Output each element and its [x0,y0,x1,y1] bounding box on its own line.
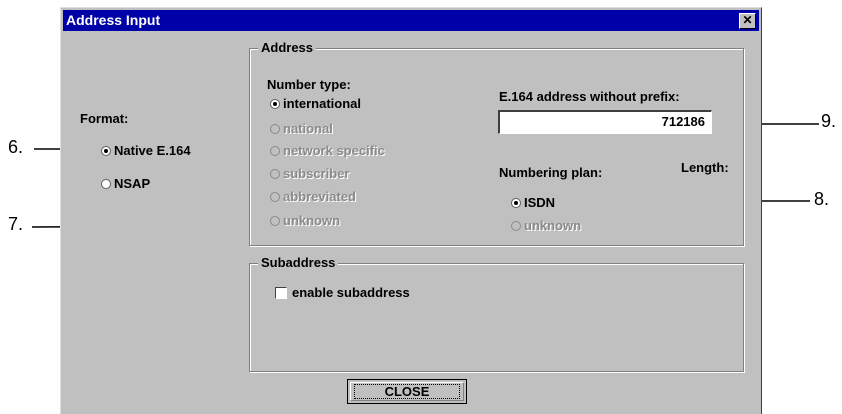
callout-8: 8. [814,189,830,209]
e164-address-label: E.164 address without prefix: [499,89,680,104]
radio-indicator [101,145,111,156]
radio-indicator [270,98,280,109]
radio-indicator [511,220,521,231]
radio-indicator [270,168,280,179]
numbering-plan-label: Numbering plan: [499,165,603,180]
focus-rect [354,384,460,399]
callout-6: 6. [8,137,24,157]
format-native-e164-radio[interactable]: Native E.164 [101,143,191,158]
title-bar: Address Input ✕ [63,10,759,31]
subaddress-group: Subaddress [249,255,744,372]
format-label: Format: [80,111,129,126]
enable-subaddress-checkbox[interactable]: enable subaddress [275,285,410,300]
length-label: Length: [681,160,729,175]
number-type-abbreviated-radio[interactable]: abbreviated [270,189,356,204]
checkbox-box [275,286,287,299]
number-type-national-radio[interactable]: national [270,121,333,136]
close-window-icon[interactable]: ✕ [739,13,756,29]
e164-address-input[interactable]: 712186 [498,110,712,134]
callout-7: 7. [8,214,24,234]
subaddress-group-label: Subaddress [258,255,339,270]
radio-indicator [270,145,280,156]
radio-indicator [270,123,280,134]
number-type-international-radio[interactable]: international [270,96,361,111]
format-nsap-radio[interactable]: NSAP [101,176,150,191]
radio-indicator [270,191,280,202]
number-type-subscriber-radio[interactable]: subscriber [270,166,349,181]
radio-indicator [270,215,280,226]
close-button[interactable]: CLOSE [347,379,467,404]
number-type-network-specific-radio[interactable]: network specific [270,143,385,158]
numbering-plan-isdn-radio[interactable]: ISDN [511,195,555,210]
number-type-label: Number type: [267,77,351,92]
window-title: Address Input [66,12,161,28]
radio-indicator [511,197,521,208]
address-input-dialog: Address Input ✕ Format: Native E.164 NSA… [60,7,762,414]
radio-indicator [101,178,111,189]
callout-9: 9. [821,111,837,131]
number-type-unknown-radio[interactable]: unknown [270,213,340,228]
address-group-label: Address [258,40,317,55]
numbering-plan-unknown-radio[interactable]: unknown [511,218,581,233]
